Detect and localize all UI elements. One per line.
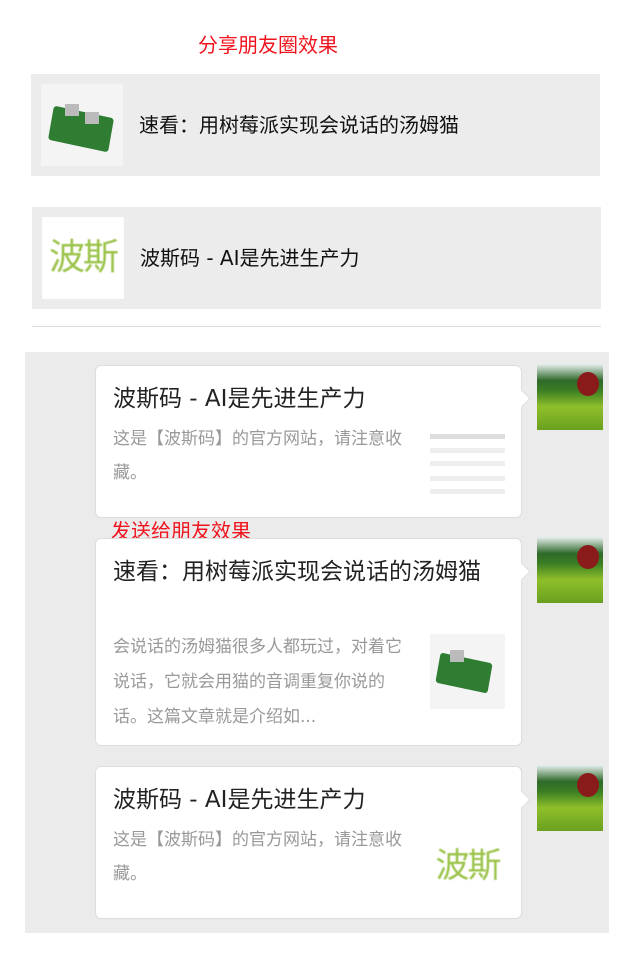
raspberry-pi-thumbnail xyxy=(41,84,123,166)
message-desc: 这是【波斯码】的官方网站，请注意收藏。 xyxy=(113,429,402,483)
share-title: 速看：用树莓派实现会说话的汤姆猫 xyxy=(139,113,459,137)
website-thumbnail xyxy=(430,426,505,501)
message-card[interactable]: 波斯码 - AI是先进生产力 这是【波斯码】的官方网站，请注意收藏。 波斯 xyxy=(95,766,522,919)
moments-effect-label: 分享朋友圈效果 xyxy=(198,33,338,57)
message-card[interactable]: 波斯码 - AI是先进生产力 这是【波斯码】的官方网站，请注意收藏。 xyxy=(95,365,522,518)
avatar[interactable] xyxy=(537,537,603,603)
message-title: 波斯码 - AI是先进生产力 xyxy=(113,386,366,412)
share-card-raspberry-pi[interactable]: 速看：用树莓派实现会说话的汤姆猫 xyxy=(31,74,600,176)
message-card[interactable]: 速看：用树莓派实现会说话的汤姆猫 会说话的汤姆猫很多人都玩过，对着它说话，它就会… xyxy=(95,538,522,746)
bosima-logo-thumbnail: 波斯 xyxy=(42,217,124,299)
message-desc: 这是【波斯码】的官方网站，请注意收藏。 xyxy=(113,830,402,884)
message-desc: 会说话的汤姆猫很多人都玩过，对着它说话，它就会用猫的音调重复你说的话。这篇文章就… xyxy=(113,637,402,727)
avatar[interactable] xyxy=(537,364,603,430)
avatar[interactable] xyxy=(537,765,603,831)
bosima-logo-thumbnail: 波斯 xyxy=(430,829,505,904)
divider xyxy=(32,326,601,327)
raspberry-pi-thumbnail xyxy=(430,634,505,709)
share-card-bosima[interactable]: 波斯 波斯码 - AI是先进生产力 xyxy=(32,207,601,309)
message-title: 速看：用树莓派实现会说话的汤姆猫 xyxy=(113,559,481,585)
message-title: 波斯码 - AI是先进生产力 xyxy=(113,787,366,813)
share-title: 波斯码 - AI是先进生产力 xyxy=(140,246,360,270)
